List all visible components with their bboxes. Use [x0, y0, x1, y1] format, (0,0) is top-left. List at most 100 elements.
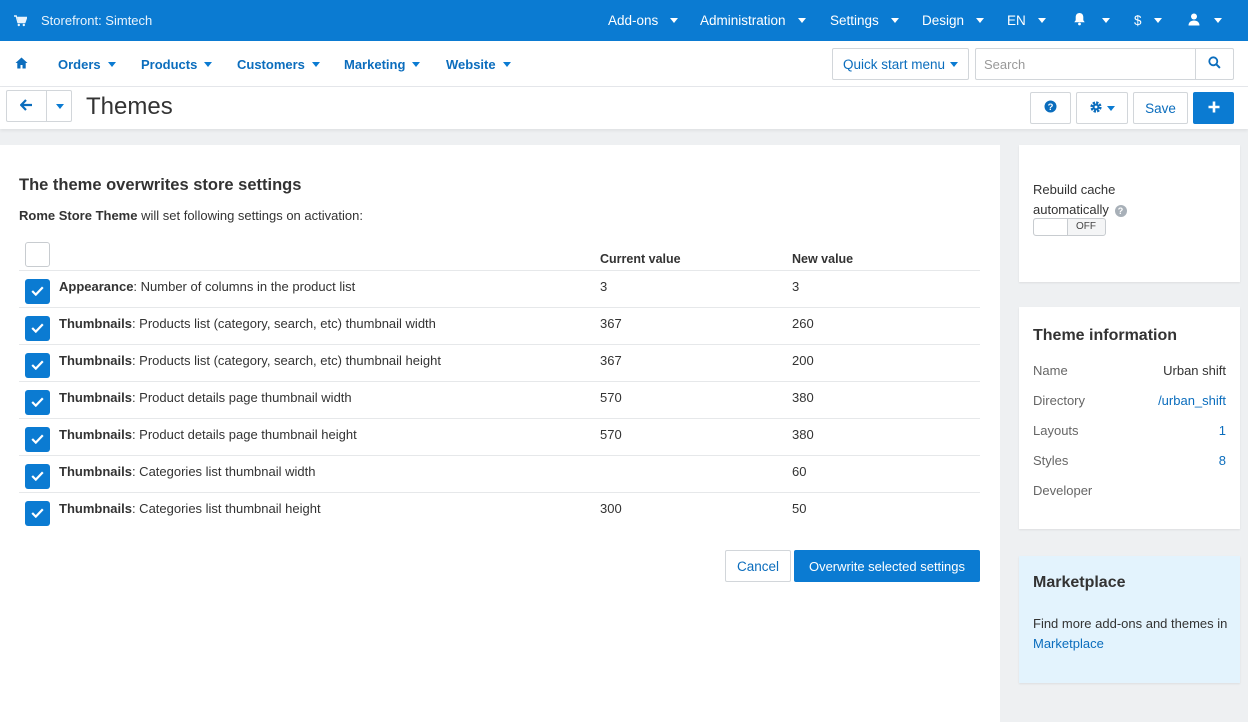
theme-info-row-styles: Styles 8 — [1033, 453, 1226, 471]
check-icon — [31, 469, 44, 484]
chevron-down-icon — [204, 61, 213, 67]
nav-orders[interactable]: Orders — [58, 41, 116, 87]
svg-text:?: ? — [1048, 102, 1054, 113]
styles-link[interactable]: 8 — [1219, 453, 1226, 468]
marketplace-card: Marketplace Find more add-ons and themes… — [1019, 556, 1240, 683]
settings-dropdown-button[interactable] — [1076, 92, 1128, 124]
new-value: 3 — [792, 279, 800, 294]
save-button[interactable]: Save — [1133, 92, 1188, 124]
nav-products[interactable]: Products — [141, 41, 213, 87]
menu-addons[interactable]: Add-ons — [608, 0, 679, 41]
info-key: Layouts — [1033, 423, 1079, 438]
current-value: 570 — [600, 390, 622, 405]
home-icon — [15, 57, 28, 72]
directory-link[interactable]: /urban_shift — [1158, 393, 1226, 408]
row-checkbox[interactable] — [25, 316, 50, 341]
menu-language[interactable]: EN — [1007, 0, 1046, 41]
intro-theme-name: Rome Store Theme — [19, 208, 138, 223]
help-icon[interactable]: ? — [1114, 205, 1127, 217]
setting-label: Thumbnails: Product details page thumbna… — [59, 427, 357, 442]
row-checkbox[interactable] — [25, 390, 50, 415]
layouts-link[interactable]: 1 — [1219, 423, 1226, 438]
theme-information-title: Theme information — [1033, 327, 1178, 344]
quick-start-label: Quick start menu — [842, 56, 946, 72]
storefront-link[interactable]: Storefront: Simtech — [14, 0, 152, 41]
theme-information-card: Theme information Name Urban shift Direc… — [1019, 307, 1240, 529]
nav-orders-label: Orders — [58, 56, 101, 72]
check-icon — [31, 395, 44, 410]
current-value: 3 — [600, 279, 608, 294]
intro-rest: will set following settings on activatio… — [137, 208, 363, 223]
new-value: 260 — [792, 316, 814, 331]
overwrite-selected-settings-button[interactable]: Overwrite selected settings — [794, 550, 980, 582]
table-row: Appearance: Number of columns in the pro… — [19, 271, 980, 308]
row-checkbox[interactable] — [25, 353, 50, 378]
chevron-down-icon — [670, 18, 679, 23]
setting-group: Thumbnails — [59, 390, 132, 405]
row-checkbox[interactable] — [25, 279, 50, 304]
info-key: Developer — [1033, 483, 1093, 498]
table-row: Thumbnails: Products list (category, sea… — [19, 308, 980, 345]
help-button[interactable]: ? — [1030, 92, 1071, 124]
back-button[interactable] — [7, 91, 47, 121]
theme-info-row-name: Name Urban shift — [1033, 363, 1226, 381]
chevron-down-icon — [1153, 18, 1162, 23]
toggle-state: OFF — [1076, 221, 1096, 232]
new-value: 50 — [792, 501, 807, 516]
row-checkbox[interactable] — [25, 427, 50, 452]
add-button[interactable] — [1193, 92, 1234, 124]
current-value: 367 — [600, 316, 622, 331]
settings-table: Current value New value Appearance: Numb… — [19, 240, 980, 530]
select-all-checkbox[interactable] — [25, 242, 50, 267]
currency-menu[interactable]: $ — [1134, 0, 1162, 41]
row-checkbox[interactable] — [25, 501, 50, 526]
search-box — [975, 48, 1234, 80]
rebuild-cache-text-1: Rebuild cache — [1033, 182, 1116, 197]
setting-label: Thumbnails: Categories list thumbnail he… — [59, 501, 321, 516]
setting-name: : Categories list thumbnail height — [131, 501, 321, 516]
new-value: 200 — [792, 353, 814, 368]
back-history-dropdown[interactable] — [48, 91, 72, 121]
menu-administration[interactable]: Administration — [700, 0, 806, 41]
rebuild-cache-label: Rebuild cache automatically ? — [1033, 180, 1153, 220]
rebuild-cache-text-2: automatically — [1033, 202, 1109, 217]
setting-group: Thumbnails — [59, 353, 132, 368]
quick-start-menu-button[interactable]: Quick start menu — [832, 48, 969, 80]
intro-text: Rome Store Theme will set following sett… — [19, 208, 363, 223]
theme-info-row-layouts: Layouts 1 — [1033, 423, 1226, 441]
info-key: Styles — [1033, 453, 1069, 468]
home-button[interactable] — [15, 41, 28, 87]
cancel-button[interactable]: Cancel — [725, 550, 791, 582]
check-icon — [31, 284, 44, 299]
nav-customers[interactable]: Customers — [237, 41, 320, 87]
rebuild-cache-toggle[interactable]: OFF — [1033, 218, 1106, 236]
info-key: Directory — [1033, 393, 1086, 408]
row-checkbox[interactable] — [25, 464, 50, 489]
chevron-down-icon — [1102, 18, 1110, 23]
user-menu[interactable] — [1188, 0, 1222, 41]
save-label: Save — [1145, 100, 1176, 116]
table-row: Thumbnails: Product details page thumbna… — [19, 419, 980, 456]
menu-design[interactable]: Design — [922, 0, 985, 41]
nav-website-label: Website — [446, 56, 496, 72]
marketplace-text: Find more add-ons and themes in Marketpl… — [1033, 614, 1233, 654]
nav-marketing[interactable]: Marketing — [344, 41, 421, 87]
search-input[interactable] — [976, 49, 1196, 79]
menu-addons-label: Add-ons — [608, 13, 659, 28]
menu-settings[interactable]: Settings — [830, 0, 899, 41]
marketplace-link[interactable]: Marketplace — [1033, 636, 1104, 651]
setting-name: : Product details page thumbnail height — [131, 427, 357, 442]
page-toolbar: Themes ? Save — [0, 87, 1248, 129]
theme-info-row-developer: Developer — [1033, 483, 1226, 501]
notifications-menu[interactable] — [1073, 0, 1110, 41]
column-current-value: Current value — [600, 252, 681, 266]
current-value: 570 — [600, 427, 622, 442]
setting-label: Thumbnails: Categories list thumbnail wi… — [59, 464, 315, 479]
nav-products-label: Products — [141, 56, 198, 72]
search-button[interactable] — [1195, 49, 1233, 79]
chevron-down-icon — [1214, 18, 1222, 23]
setting-name: : Product details page thumbnail width — [131, 390, 352, 405]
nav-website[interactable]: Website — [446, 41, 511, 87]
marketplace-title: Marketplace — [1033, 574, 1126, 591]
nav-marketing-label: Marketing — [344, 56, 406, 72]
